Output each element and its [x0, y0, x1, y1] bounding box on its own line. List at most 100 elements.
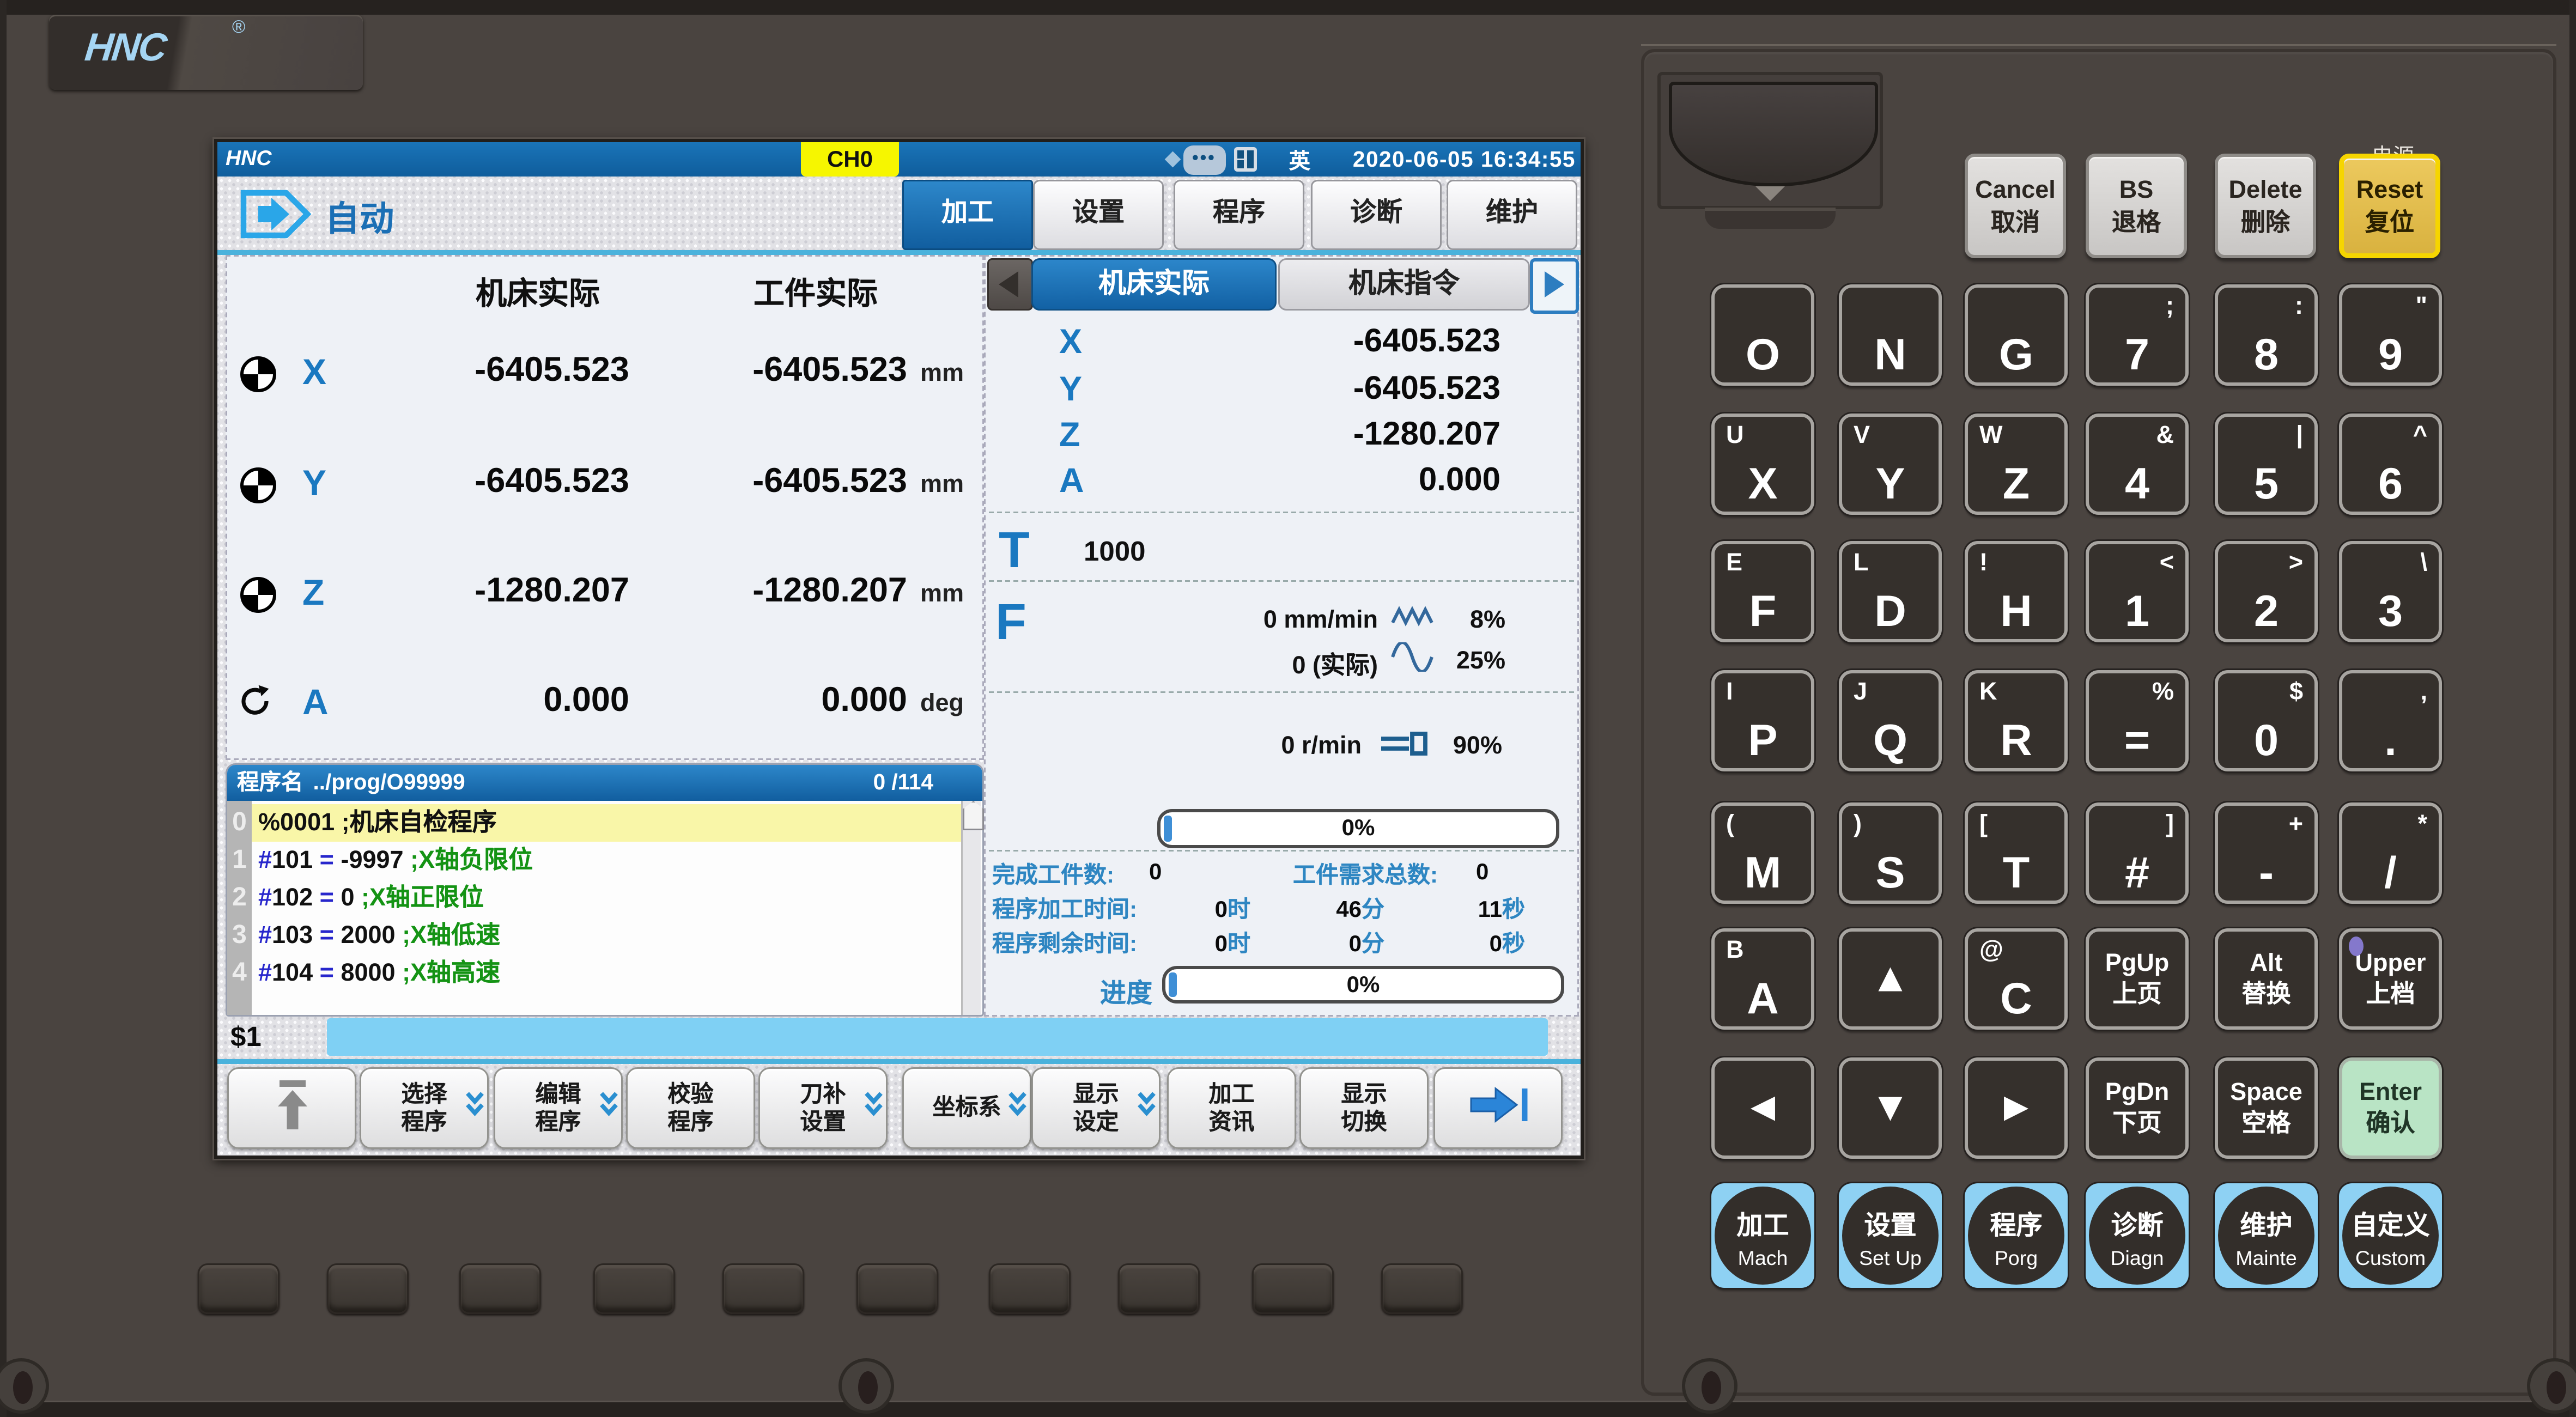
- mode-key-setup[interactable]: 设置Set Up: [1839, 1183, 1942, 1288]
- key-main-label: -: [2218, 852, 2314, 896]
- ominuskey[interactable]: O: [1711, 284, 1814, 386]
- softkey-坐标系[interactable]: 坐标系: [902, 1067, 1031, 1149]
- aminuskey[interactable]: AB: [1711, 928, 1814, 1030]
- cancel-key[interactable]: Cancel取消: [1965, 154, 2066, 258]
- return-top-icon: [229, 1077, 355, 1140]
- program-scrollbar[interactable]: [961, 801, 981, 1015]
- upperminuskey[interactable]: Upper上档: [2339, 928, 2442, 1030]
- qminuskey[interactable]: QJ: [1839, 670, 1942, 771]
- softkey-刀补设置[interactable]: 刀补设置: [758, 1067, 888, 1149]
- rminuskey[interactable]: RK: [1965, 670, 2068, 771]
- panel-top-edge: [0, 0, 2576, 15]
- port-cover-flap[interactable]: [1657, 72, 1883, 209]
- 7minuskey[interactable]: 7;: [2086, 284, 2189, 386]
- zminuskey[interactable]: ZW: [1965, 413, 2068, 515]
- xminuskey[interactable]: XU: [1711, 413, 1814, 515]
- enterminuskey[interactable]: Enter确认: [2339, 1057, 2442, 1159]
- dminuskey[interactable]: DL: [1839, 541, 1942, 642]
- softkey-校验程序[interactable]: 校验程序: [626, 1067, 755, 1149]
- tab-machine-actual[interactable]: 机床实际: [1031, 258, 1277, 311]
- key-label-zh: 加工: [1736, 1202, 1789, 1242]
- mode-key-porg[interactable]: 程序Porg: [1965, 1183, 2068, 1288]
- delete-key[interactable]: Delete删除: [2215, 154, 2316, 258]
- nminuskey[interactable]: N: [1839, 284, 1942, 386]
- bezel-button-10[interactable]: [1381, 1263, 1463, 1314]
- softkey-加工资讯[interactable]: 加工资讯: [1167, 1067, 1296, 1149]
- pgdnminuskey[interactable]: PgDn下页: [2086, 1057, 2189, 1159]
- 0minuskey[interactable]: 0$: [2215, 670, 2318, 771]
- 5minuskey[interactable]: 5|: [2215, 413, 2318, 515]
- 1minuskey[interactable]: 1<: [2086, 541, 2189, 642]
- arrow-up-key[interactable]: ▲: [1839, 928, 1942, 1030]
- mminuskey[interactable]: M(: [1711, 802, 1814, 904]
- tab-加工[interactable]: 加工: [902, 180, 1033, 250]
- pgupminuskey[interactable]: PgUp上页: [2086, 928, 2189, 1030]
- tab-machine-command[interactable]: 机床指令: [1278, 258, 1530, 311]
- bezel-button-6[interactable]: [856, 1263, 938, 1314]
- bezel-button-2[interactable]: [327, 1263, 409, 1314]
- sminuskey[interactable]: S): [1839, 802, 1942, 904]
- reset-key[interactable]: Reset复位: [2339, 154, 2440, 258]
- softkey-显示切换[interactable]: 显示切换: [1299, 1067, 1429, 1149]
- key-main-label: Y: [1842, 463, 1939, 507]
- minus-key[interactable]: -+: [2215, 802, 2318, 904]
- altminuskey[interactable]: Alt替换: [2215, 928, 2318, 1030]
- 3minuskey[interactable]: 3\: [2339, 541, 2442, 642]
- flap-handle[interactable]: [1705, 208, 1836, 229]
- tab-程序[interactable]: 程序: [1174, 180, 1304, 250]
- pminuskey[interactable]: PI: [1711, 670, 1814, 771]
- bar-value: 0%: [1165, 971, 1561, 997]
- panel-next-arrow-button[interactable]: [1530, 258, 1579, 314]
- progress-label: 进度: [1038, 971, 1152, 1010]
- scrollbar-thumb[interactable]: [963, 801, 984, 830]
- hashminuskey[interactable]: #]: [2086, 802, 2189, 904]
- tminuskey[interactable]: T[: [1965, 802, 2068, 904]
- softkey-编辑程序[interactable]: 编辑程序: [494, 1067, 623, 1149]
- cminuskey[interactable]: C@: [1965, 928, 2068, 1030]
- 4minuskey[interactable]: 4&: [2086, 413, 2189, 515]
- bezel-button-1[interactable]: [198, 1263, 280, 1314]
- key-main-label: T: [1968, 852, 2064, 896]
- axis-letter-X: X: [302, 351, 326, 394]
- mdi-input-field[interactable]: [327, 1018, 1548, 1056]
- spindle-speed: 0 r/min: [1113, 732, 1362, 760]
- bs-key[interactable]: BS退格: [2086, 154, 2187, 258]
- bezel-button-5[interactable]: [722, 1263, 804, 1314]
- dotminuskey[interactable]: .,: [2339, 670, 2442, 771]
- bezel-button-4[interactable]: [593, 1263, 675, 1314]
- softkey-return-top[interactable]: [227, 1067, 356, 1149]
- mode-key-mainte[interactable]: 维护Mainte: [2215, 1183, 2318, 1288]
- slashminuskey[interactable]: /*: [2339, 802, 2442, 904]
- flap-window: [1669, 82, 1878, 186]
- yminuskey[interactable]: YV: [1839, 413, 1942, 515]
- tab-设置[interactable]: 设置: [1033, 180, 1164, 250]
- softkey-next-menu[interactable]: [1433, 1067, 1563, 1149]
- equalsminuskey[interactable]: =%: [2086, 670, 2189, 771]
- hminuskey[interactable]: H!: [1965, 541, 2068, 642]
- header-right-cluster: ••• 英 2020-06-05 16:34:55: [1167, 142, 1576, 177]
- arrow-left-key[interactable]: ◄: [1711, 1057, 1814, 1159]
- softkey-显示设定[interactable]: 显示设定: [1031, 1067, 1161, 1149]
- tab-维护[interactable]: 维护: [1447, 180, 1577, 250]
- arrow-down-key[interactable]: ▼: [1839, 1057, 1942, 1159]
- arrow-right-key[interactable]: ►: [1965, 1057, 2068, 1159]
- tab-诊断[interactable]: 诊断: [1311, 180, 1442, 250]
- 2minuskey[interactable]: 2>: [2215, 541, 2318, 642]
- 9minuskey[interactable]: 9": [2339, 284, 2442, 386]
- gminuskey[interactable]: G: [1965, 284, 2068, 386]
- mode-key-diagn[interactable]: 诊断Diagn: [2086, 1183, 2189, 1288]
- key-label-en: Space: [2230, 1080, 2302, 1105]
- panel-prev-arrow-button[interactable]: [987, 258, 1033, 311]
- mode-key-custom[interactable]: 自定义Custom: [2339, 1183, 2442, 1288]
- bezel-button-8[interactable]: [1118, 1263, 1200, 1314]
- spaceminuskey[interactable]: Space空格: [2215, 1057, 2318, 1159]
- 8minuskey[interactable]: 8:: [2215, 284, 2318, 386]
- 6minuskey[interactable]: 6^: [2339, 413, 2442, 515]
- bezel-button-7[interactable]: [989, 1263, 1071, 1314]
- mode-key-mach[interactable]: 加工Mach: [1711, 1183, 1814, 1288]
- fminuskey[interactable]: FE: [1711, 541, 1814, 642]
- registered-mark: ®: [232, 18, 245, 38]
- softkey-选择程序[interactable]: 选择程序: [360, 1067, 489, 1149]
- bezel-button-3[interactable]: [459, 1263, 541, 1314]
- bezel-button-9[interactable]: [1252, 1263, 1334, 1314]
